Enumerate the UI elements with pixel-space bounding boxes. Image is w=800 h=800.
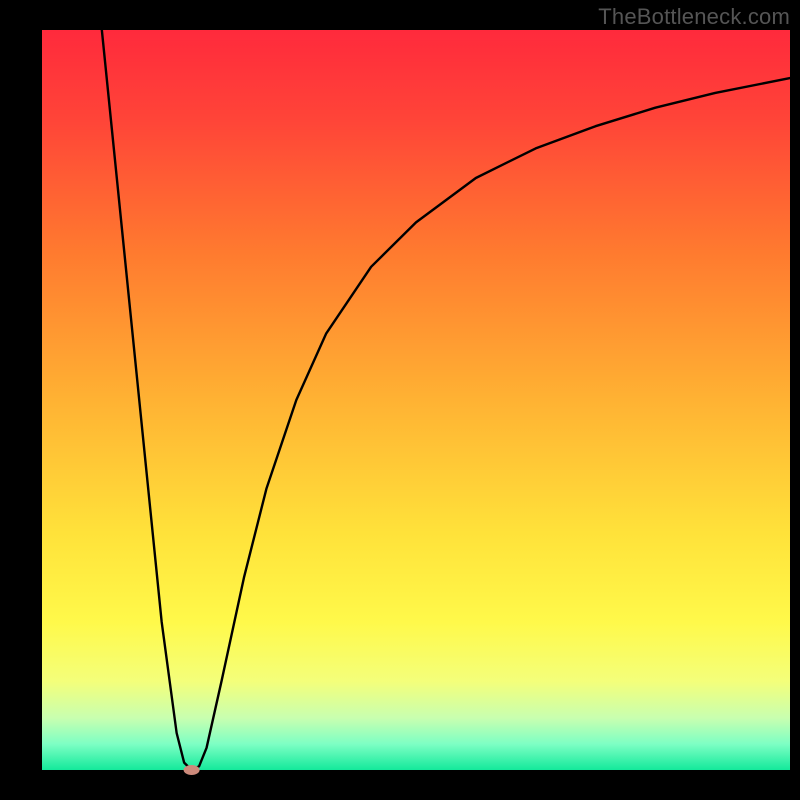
watermark-text: TheBottleneck.com — [598, 4, 790, 30]
plot-area — [42, 30, 790, 770]
optimum-marker — [184, 765, 200, 775]
chart-frame: TheBottleneck.com — [0, 0, 800, 800]
chart-svg — [0, 0, 800, 800]
